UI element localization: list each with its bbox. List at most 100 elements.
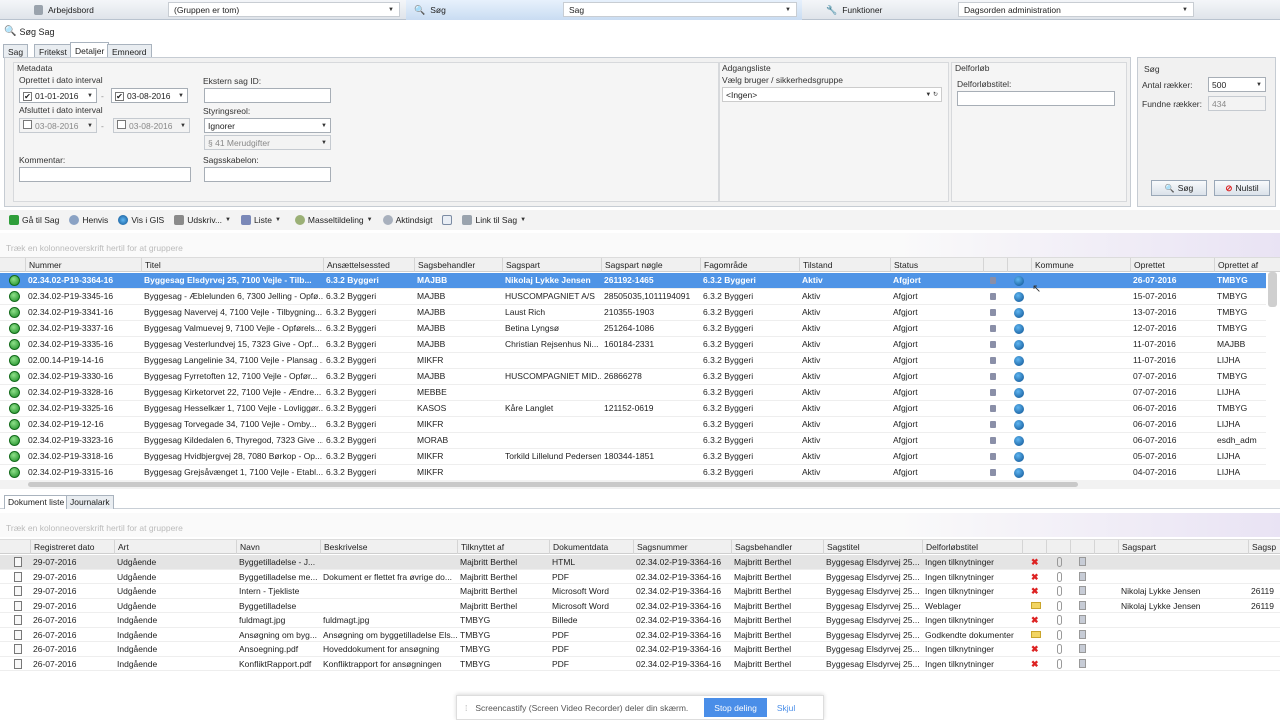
workbench-dropdown[interactable]: (Gruppen er tom) ▼ — [168, 2, 400, 17]
horizontal-scroll-thumb[interactable] — [28, 482, 1078, 487]
column-header[interactable]: Sagsbehandler — [414, 258, 502, 272]
column-header[interactable]: Registreret dato — [30, 540, 114, 554]
column-header[interactable]: Sagsbehandler — [731, 540, 823, 554]
rows-dropdown[interactable]: 500 ▼ — [1208, 77, 1266, 92]
globe-icon[interactable] — [1014, 468, 1024, 478]
column-header[interactable]: Navn — [236, 540, 320, 554]
closed-from-date[interactable]: 03-08-2016 ▼ — [19, 118, 97, 133]
column-header[interactable]: Sagspart — [502, 258, 601, 272]
closed-to-date[interactable]: 03-08-2016 ▼ — [113, 118, 190, 133]
tab-detaljer[interactable]: Detaljer — [70, 42, 110, 58]
template-input[interactable] — [204, 167, 331, 182]
tab-document-list[interactable]: Dokument liste — [4, 495, 69, 509]
table-row[interactable]: 02.34.02-P19-3330-16 Byggesag Fyrretoften… — [0, 369, 1266, 385]
mass-assign-button[interactable]: Masseltildeling ▼ — [294, 215, 373, 225]
column-header[interactable]: Nummer — [25, 258, 141, 272]
list-button[interactable]: Liste ▼ — [240, 215, 281, 225]
folder-icon[interactable] — [1031, 601, 1041, 609]
search-type-dropdown[interactable]: Sag ▼ — [563, 2, 797, 17]
globe-icon[interactable] — [1014, 452, 1024, 462]
goto-case-button[interactable]: Gå til Sag — [9, 215, 59, 225]
table-row[interactable]: 29-07-2016 Udgående Intern - Tjekliste Majb… — [0, 584, 1280, 599]
globe-icon[interactable] — [1014, 356, 1024, 366]
table-row[interactable]: 29-07-2016 Udgående Byggetilladelse - J...… — [0, 555, 1280, 570]
checkbox-checked-icon[interactable]: ✔ — [23, 91, 32, 101]
column-header[interactable] — [1007, 258, 1031, 272]
edit-button[interactable] — [442, 215, 453, 225]
shelf-sub-dropdown[interactable]: § 41 Merudgifter ▼ — [204, 135, 331, 150]
functions-dropdown[interactable]: Dagsorden administration ▼ — [958, 2, 1194, 17]
table-row[interactable]: 02.34.02-P19-3318-16 Byggesag Hvidbjergve… — [0, 449, 1266, 465]
globe-icon[interactable] — [1014, 404, 1024, 414]
column-header[interactable]: Art — [114, 540, 236, 554]
column-header[interactable]: Kommune — [1031, 258, 1130, 272]
column-header[interactable]: Dokumentdata — [549, 540, 633, 554]
reset-button[interactable]: ⊘ Nulstil — [1214, 180, 1270, 196]
delforloeb-input[interactable] — [957, 91, 1115, 106]
column-header[interactable]: Beskrivelse — [320, 540, 457, 554]
table-row[interactable]: 02.34.02-P19-3364-16 Byggesag Elsdyrvej 2… — [0, 273, 1266, 289]
checkbox-icon[interactable] — [23, 120, 32, 129]
globe-icon[interactable] — [1014, 292, 1024, 302]
table-row[interactable]: 26-07-2016 Indgående Ansøgning om byg... An… — [0, 628, 1280, 642]
tab-emneord[interactable]: Emneord — [107, 44, 152, 58]
column-header[interactable] — [1046, 540, 1070, 554]
vertical-scrollbar[interactable] — [1268, 272, 1277, 307]
delete-icon[interactable]: ✖ — [1031, 572, 1040, 582]
column-header[interactable]: Tilstand — [799, 258, 890, 272]
refer-button[interactable]: Henvis — [69, 215, 108, 225]
checkbox-icon[interactable] — [117, 120, 126, 129]
table-row[interactable]: 26-07-2016 Indgående Ansoegning.pdf Hoveddo… — [0, 642, 1280, 657]
delete-icon[interactable]: ✖ — [1031, 558, 1040, 567]
column-header[interactable]: Delforløbstitel — [922, 540, 1022, 554]
table-row[interactable]: 02.34.02-P19-3341-16 Byggesag Navervej 4,… — [0, 305, 1266, 321]
created-from-date[interactable]: ✔ 01-01-2016 ▼ — [19, 88, 97, 103]
column-header[interactable]: Status — [890, 258, 983, 272]
tab-sag[interactable]: Sag — [3, 44, 29, 58]
shelf-dropdown[interactable]: Ignorer ▼ — [204, 118, 331, 133]
globe-icon[interactable] — [1014, 324, 1024, 334]
comment-input[interactable] — [19, 167, 191, 182]
column-header[interactable]: Oprettet af — [1214, 258, 1274, 272]
globe-icon[interactable] — [1014, 420, 1024, 430]
globe-icon[interactable] — [1014, 436, 1024, 446]
table-row[interactable]: 02.34.02-P19-3345-16 Byggesag - Æblelunde… — [0, 289, 1266, 305]
column-header[interactable] — [1094, 540, 1118, 554]
created-to-date[interactable]: ✔ 03-08-2016 ▼ — [111, 88, 188, 103]
column-header[interactable]: Fagområde — [700, 258, 799, 272]
column-header[interactable]: Sagspart nøgle — [601, 258, 700, 272]
column-header[interactable]: Oprettet — [1130, 258, 1214, 272]
table-row[interactable]: 29-07-2016 Udgående Byggetilladelse Majbrit… — [0, 599, 1280, 613]
column-header[interactable]: Sagsp — [1248, 540, 1280, 554]
external-id-input[interactable] — [204, 88, 331, 103]
delete-icon[interactable]: ✖ — [1031, 645, 1040, 654]
table-row[interactable]: 02.34.02-P19-3323-16 Byggesag Kildedalen … — [0, 433, 1266, 449]
delete-icon[interactable]: ✖ — [1031, 659, 1040, 669]
hide-button[interactable]: Skjul — [777, 703, 795, 713]
drag-handle-icon[interactable]: ⁞ — [465, 703, 467, 713]
folder-icon[interactable] — [1031, 630, 1041, 638]
globe-icon[interactable] — [1014, 308, 1024, 318]
column-header[interactable]: Sagspart — [1118, 540, 1248, 554]
column-header[interactable]: Tilknyttet af — [457, 540, 549, 554]
column-header[interactable]: Sagstitel — [823, 540, 922, 554]
column-header[interactable]: Titel — [141, 258, 323, 272]
print-button[interactable]: Udskriv... ▼ — [174, 215, 231, 225]
table-row[interactable]: 02.34.02-P19-3337-16 Byggesag Valmuevej 9… — [0, 321, 1266, 337]
table-row[interactable]: 26-07-2016 Indgående fuldmagt.jpg fuldmagt.… — [0, 613, 1280, 628]
column-header[interactable] — [1022, 540, 1046, 554]
column-header[interactable]: Sagsnummer — [633, 540, 731, 554]
column-header[interactable]: Ansættelsessted — [323, 258, 414, 272]
tab-fritekst[interactable]: Fritekst — [34, 44, 72, 58]
table-row[interactable]: 02.34.02-P19-3315-16 Byggesag Grejsåvænge… — [0, 465, 1266, 481]
delete-icon[interactable]: ✖ — [1031, 616, 1040, 625]
link-case-button[interactable]: Link til Sag ▼ — [462, 215, 526, 225]
table-row[interactable]: 02.34.02-P19-12-16 Byggesag Torvegade 34,… — [0, 417, 1266, 433]
checkbox-checked-icon[interactable]: ✔ — [115, 91, 124, 101]
column-header[interactable] — [983, 258, 1007, 272]
globe-icon[interactable] — [1014, 372, 1024, 382]
table-row[interactable]: 29-07-2016 Udgående Byggetilladelse me... D… — [0, 570, 1280, 584]
access-insight-button[interactable]: Aktindsigt — [382, 215, 432, 225]
globe-icon[interactable] — [1014, 340, 1024, 350]
access-dropdown[interactable]: <Ingen> ▼ ↻ — [722, 87, 942, 102]
